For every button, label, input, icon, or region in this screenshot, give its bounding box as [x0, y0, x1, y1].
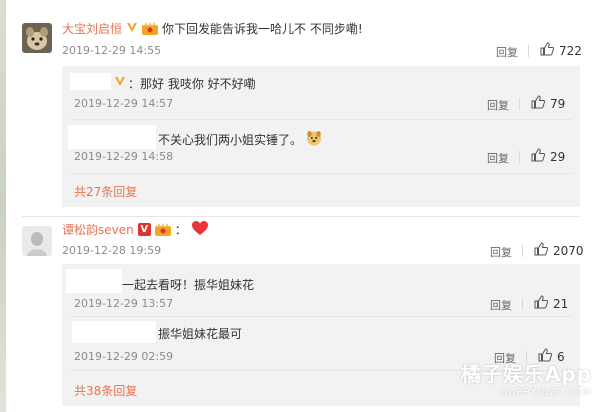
- replies-panel: ：那好 我吱你 好不好嘞 2019-12-29 14:57 回复 79 不关心我…: [62, 66, 580, 207]
- username-link[interactable]: 谭松韵seven: [62, 221, 134, 238]
- verified-v-icon: [114, 75, 126, 90]
- like-count: 722: [559, 43, 582, 58]
- reply-button[interactable]: 回复: [490, 297, 512, 313]
- comment-header: 谭松韵seven V ：: [62, 220, 209, 239]
- reply-text: 一起去看呀！振华姐妹花: [122, 278, 255, 292]
- reply-button[interactable]: 回复: [487, 97, 509, 113]
- like-button[interactable]: 21: [534, 295, 568, 312]
- more-replies-link[interactable]: 共38条回复: [74, 382, 137, 399]
- comment-divider: [22, 216, 580, 217]
- verified-v-icon: [126, 21, 138, 36]
- redacted-username: [70, 73, 111, 90]
- redacted-username: [68, 125, 156, 149]
- thumbs-up-icon: [534, 295, 549, 312]
- comment-text: 你下回发能告诉我一哈儿不 不同步嘞!: [162, 22, 363, 36]
- avatar[interactable]: [22, 23, 52, 53]
- divider: [522, 245, 523, 257]
- divider: [70, 173, 572, 174]
- like-button[interactable]: 722: [540, 42, 582, 59]
- dog-emoji-icon: [306, 130, 322, 149]
- thumbs-up-icon: [540, 42, 555, 59]
- like-count: 2070: [553, 243, 584, 258]
- divider: [522, 298, 523, 310]
- comment-header: 大宝刘启恒 你下回发能告诉我一哈儿不 不同步嘞!: [62, 20, 363, 37]
- avatar[interactable]: [22, 226, 52, 256]
- like-count: 79: [550, 96, 566, 111]
- like-button[interactable]: 29: [531, 148, 565, 165]
- more-replies-link[interactable]: 共27条回复: [74, 183, 137, 200]
- crown-badge-icon: [154, 223, 171, 236]
- left-border: [0, 0, 6, 412]
- watermark-title: 橘子娱乐App: [460, 362, 592, 386]
- reply-timestamp: 2019-12-29 14:57: [74, 97, 174, 110]
- reply-timestamp: 2019-12-29 02:59: [74, 350, 174, 363]
- divider: [519, 151, 520, 163]
- watermark: 橘子娱乐App HAPPYJUZI.COM: [461, 358, 592, 398]
- crown-badge-icon: [142, 22, 159, 35]
- reply-text: 振华姐妹花最可: [158, 327, 243, 341]
- like-button[interactable]: 2070: [534, 242, 584, 259]
- thumbs-up-icon: [531, 148, 546, 165]
- reply-button[interactable]: 回复: [496, 44, 518, 60]
- divider: [519, 98, 520, 110]
- comment-timestamp: 2019-12-29 14:55: [62, 44, 162, 57]
- reply-button[interactable]: 回复: [487, 150, 509, 166]
- thumbs-up-icon: [531, 95, 546, 112]
- divider: [70, 316, 572, 317]
- reply-timestamp: 2019-12-29 13:57: [74, 297, 174, 310]
- heart-emoji-icon: [191, 220, 209, 239]
- like-count: 29: [550, 149, 566, 164]
- username-link[interactable]: 大宝刘启恒: [62, 20, 122, 37]
- watermark-url: HAPPYJUZI.COM: [500, 387, 592, 398]
- like-button[interactable]: 79: [531, 95, 565, 112]
- like-count: 21: [553, 296, 569, 311]
- comment-timestamp: 2019-12-28 19:59: [62, 244, 162, 257]
- divider: [528, 45, 529, 57]
- reply-text: ：那好 我吱你 好不好嘞: [128, 77, 256, 91]
- redacted-username: [72, 321, 156, 343]
- divider: [70, 119, 572, 120]
- redacted-username: [66, 269, 122, 293]
- reply-timestamp: 2019-12-29 14:58: [74, 150, 174, 163]
- reply-button[interactable]: 回复: [490, 244, 512, 260]
- thumbs-up-icon: [534, 242, 549, 259]
- reply-text: 不关心我们两小姐实锤了。: [158, 130, 322, 149]
- verified-v-icon: V: [137, 223, 151, 236]
